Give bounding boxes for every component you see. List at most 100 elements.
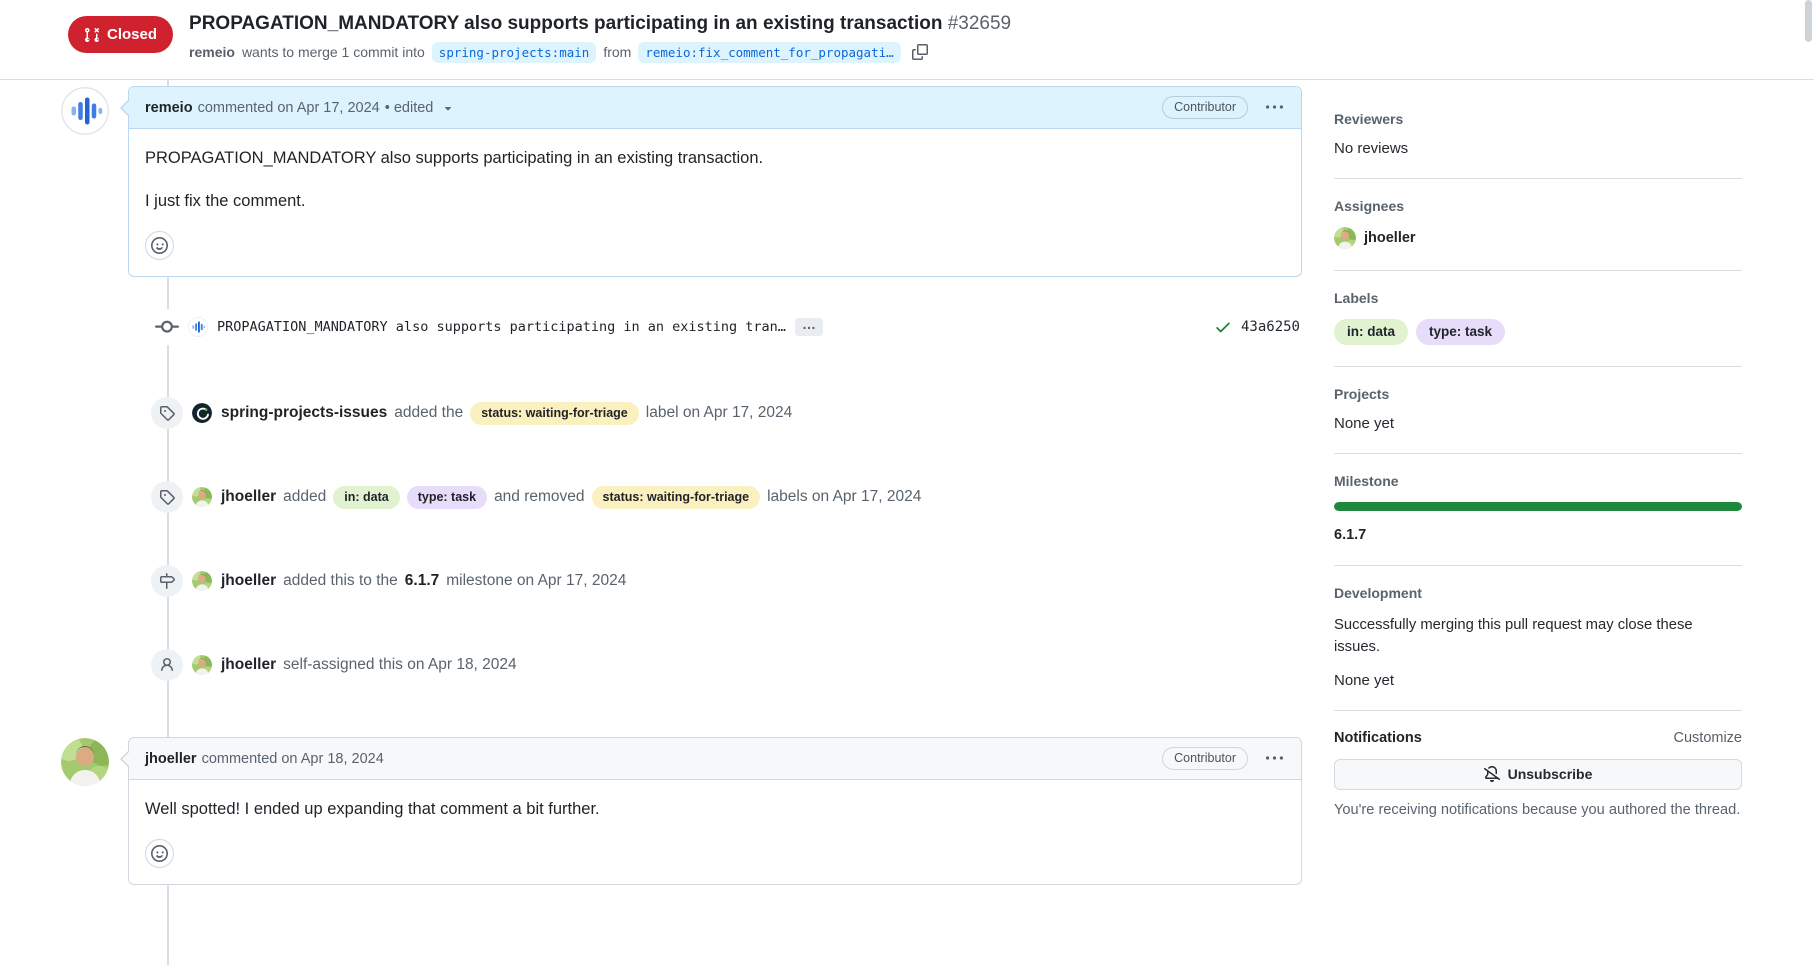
git-pull-request-closed-icon — [84, 27, 100, 43]
event-date: label on Apr 17, 2024 — [646, 404, 793, 422]
label-type-task[interactable]: type: task — [1416, 319, 1505, 345]
event-verb: added — [283, 488, 326, 506]
projects-empty: None yet — [1334, 415, 1742, 432]
event-label-added: spring-projects-issues added the status:… — [128, 397, 1302, 429]
assignee-name: jhoeller — [1364, 230, 1416, 246]
pr-status-badge: Closed — [68, 16, 173, 53]
pr-status-label: Closed — [107, 26, 157, 43]
comment-options-button[interactable] — [1264, 97, 1285, 118]
labels-title: Labels — [1334, 290, 1742, 306]
base-branch-label[interactable]: spring-projects:main — [432, 42, 597, 63]
comment-paragraph: PROPAGATION_MANDATORY also supports part… — [145, 145, 1285, 171]
development-text: Successfully merging this pull request m… — [1334, 614, 1742, 658]
smiley-icon — [151, 845, 168, 862]
comment-paragraph: Well spotted! I ended up expanding that … — [145, 796, 1285, 822]
event-milestone-added: jhoeller added this to the 6.1.7 milesto… — [128, 565, 1302, 597]
event-text: jhoeller added in: data type: task and r… — [221, 486, 921, 509]
merge-summary: remeio wants to merge 1 commit into spri… — [189, 42, 1011, 63]
contributor-badge: Contributor — [1162, 96, 1248, 119]
content-area: remeio commented on Apr 17, 2024 • edite… — [0, 80, 1814, 965]
commit-sha-link[interactable]: 43a6250 — [1241, 319, 1300, 335]
development-title: Development — [1334, 585, 1742, 601]
event-date: milestone on Apr 17, 2024 — [446, 572, 626, 590]
pr-header-text: PROPAGATION_MANDATORY also supports part… — [189, 12, 1011, 63]
edited-note: • edited — [385, 100, 434, 116]
event-self-assigned: jhoeller self-assigned this on Apr 18, 2… — [128, 649, 1302, 681]
kebab-horizontal-icon — [1266, 99, 1283, 116]
event-verb: added the — [394, 404, 463, 422]
event-date: self-assigned this on Apr 18, 2024 — [283, 656, 517, 674]
person-icon — [151, 649, 183, 681]
tag-icon — [151, 397, 183, 429]
event-verb: added this to the — [283, 572, 398, 590]
unsubscribe-button[interactable]: Unsubscribe — [1334, 759, 1742, 790]
avatar-jhoeller[interactable] — [61, 738, 109, 786]
labels-section: Labels in: data type: task — [1334, 271, 1742, 367]
label-in-data[interactable]: in: data — [333, 486, 399, 509]
event-actor-link[interactable]: jhoeller — [221, 572, 276, 590]
pull-request-page: Closed PROPAGATION_MANDATORY also suppor… — [0, 0, 1814, 969]
commit-row: PROPAGATION_MANDATORY also supports part… — [128, 309, 1302, 345]
avatar-jhoeller-small — [1334, 227, 1356, 249]
milestone-name-link[interactable]: 6.1.7 — [1334, 527, 1366, 543]
notifications-caption: You're receiving notifications because y… — [1334, 800, 1742, 821]
copy-branch-button[interactable] — [912, 44, 928, 60]
comment-remeio: remeio commented on Apr 17, 2024 • edite… — [128, 86, 1302, 277]
event-actor-link[interactable]: jhoeller — [221, 656, 276, 674]
checks-passed-icon[interactable] — [1214, 318, 1232, 336]
event-actor-link[interactable]: jhoeller — [221, 488, 276, 506]
add-reaction-button[interactable] — [145, 839, 174, 868]
development-empty: None yet — [1334, 672, 1742, 689]
comment-author-link[interactable]: jhoeller — [145, 751, 197, 767]
assignees-section: Assignees jhoeller — [1334, 179, 1742, 271]
scrollbar-thumb[interactable] — [1805, 0, 1812, 42]
avatar-remeio[interactable] — [61, 87, 109, 135]
comment-options-button[interactable] — [1264, 748, 1285, 769]
unsubscribe-label: Unsubscribe — [1508, 766, 1593, 782]
avatar-jhoeller-small[interactable] — [192, 571, 212, 591]
chevron-down-icon[interactable] — [441, 101, 455, 115]
pr-header: Closed PROPAGATION_MANDATORY also suppor… — [0, 0, 1814, 80]
comment-author-link[interactable]: remeio — [145, 100, 193, 116]
avatar-spring-projects-issues[interactable] — [192, 403, 212, 423]
avatar-jhoeller-small[interactable] — [192, 655, 212, 675]
event-verb: and removed — [494, 488, 584, 506]
add-reaction-button[interactable] — [145, 231, 174, 260]
assignees-title: Assignees — [1334, 198, 1742, 214]
pr-author-link[interactable]: remeio — [189, 44, 235, 60]
event-actor-link[interactable]: spring-projects-issues — [221, 404, 387, 422]
event-text: spring-projects-issues added the status:… — [221, 402, 792, 425]
comment-paragraph: I just fix the comment. — [145, 188, 1285, 214]
milestone-section: Milestone 6.1.7 — [1334, 454, 1742, 566]
label-status-waiting-for-triage[interactable]: status: waiting-for-triage — [470, 402, 639, 425]
from-text: from — [603, 44, 631, 60]
head-branch-label[interactable]: remeio:fix_comment_for_propagati… — [638, 42, 900, 63]
merge-action-text: wants to merge 1 commit into — [242, 44, 425, 60]
commit-status: 43a6250 — [1214, 318, 1302, 336]
comment-meta: commented on Apr 17, 2024 — [198, 100, 380, 116]
projects-section: Projects None yet — [1334, 367, 1742, 454]
label-status-waiting-for-triage[interactable]: status: waiting-for-triage — [592, 486, 761, 509]
milestone-title: Milestone — [1334, 473, 1742, 489]
label-type-task[interactable]: type: task — [407, 486, 487, 509]
comment-body: Well spotted! I ended up expanding that … — [129, 780, 1301, 884]
git-commit-icon — [155, 309, 179, 345]
milestone-progress-bar — [1334, 502, 1742, 511]
event-text: jhoeller added this to the 6.1.7 milesto… — [221, 572, 626, 590]
projects-title: Projects — [1334, 386, 1742, 402]
label-in-data[interactable]: in: data — [1334, 319, 1408, 345]
assignee-jhoeller[interactable]: jhoeller — [1334, 227, 1742, 249]
comment-meta: commented on Apr 18, 2024 — [202, 751, 384, 767]
commit-expand-button[interactable]: … — [795, 318, 823, 336]
avatar-remeio-small[interactable] — [188, 317, 208, 337]
commit-message-link[interactable]: PROPAGATION_MANDATORY also supports part… — [217, 319, 786, 335]
kebab-horizontal-icon — [1266, 750, 1283, 767]
notifications-title: Notifications — [1334, 730, 1422, 746]
pr-title-text: PROPAGATION_MANDATORY also supports part… — [189, 13, 942, 34]
reviewers-empty: No reviews — [1334, 140, 1742, 157]
avatar-jhoeller-small[interactable] — [192, 487, 212, 507]
comment-header: jhoeller commented on Apr 18, 2024 Contr… — [129, 738, 1301, 780]
bell-slash-icon — [1484, 766, 1500, 782]
milestone-link[interactable]: 6.1.7 — [405, 572, 439, 590]
customize-link[interactable]: Customize — [1674, 730, 1743, 746]
